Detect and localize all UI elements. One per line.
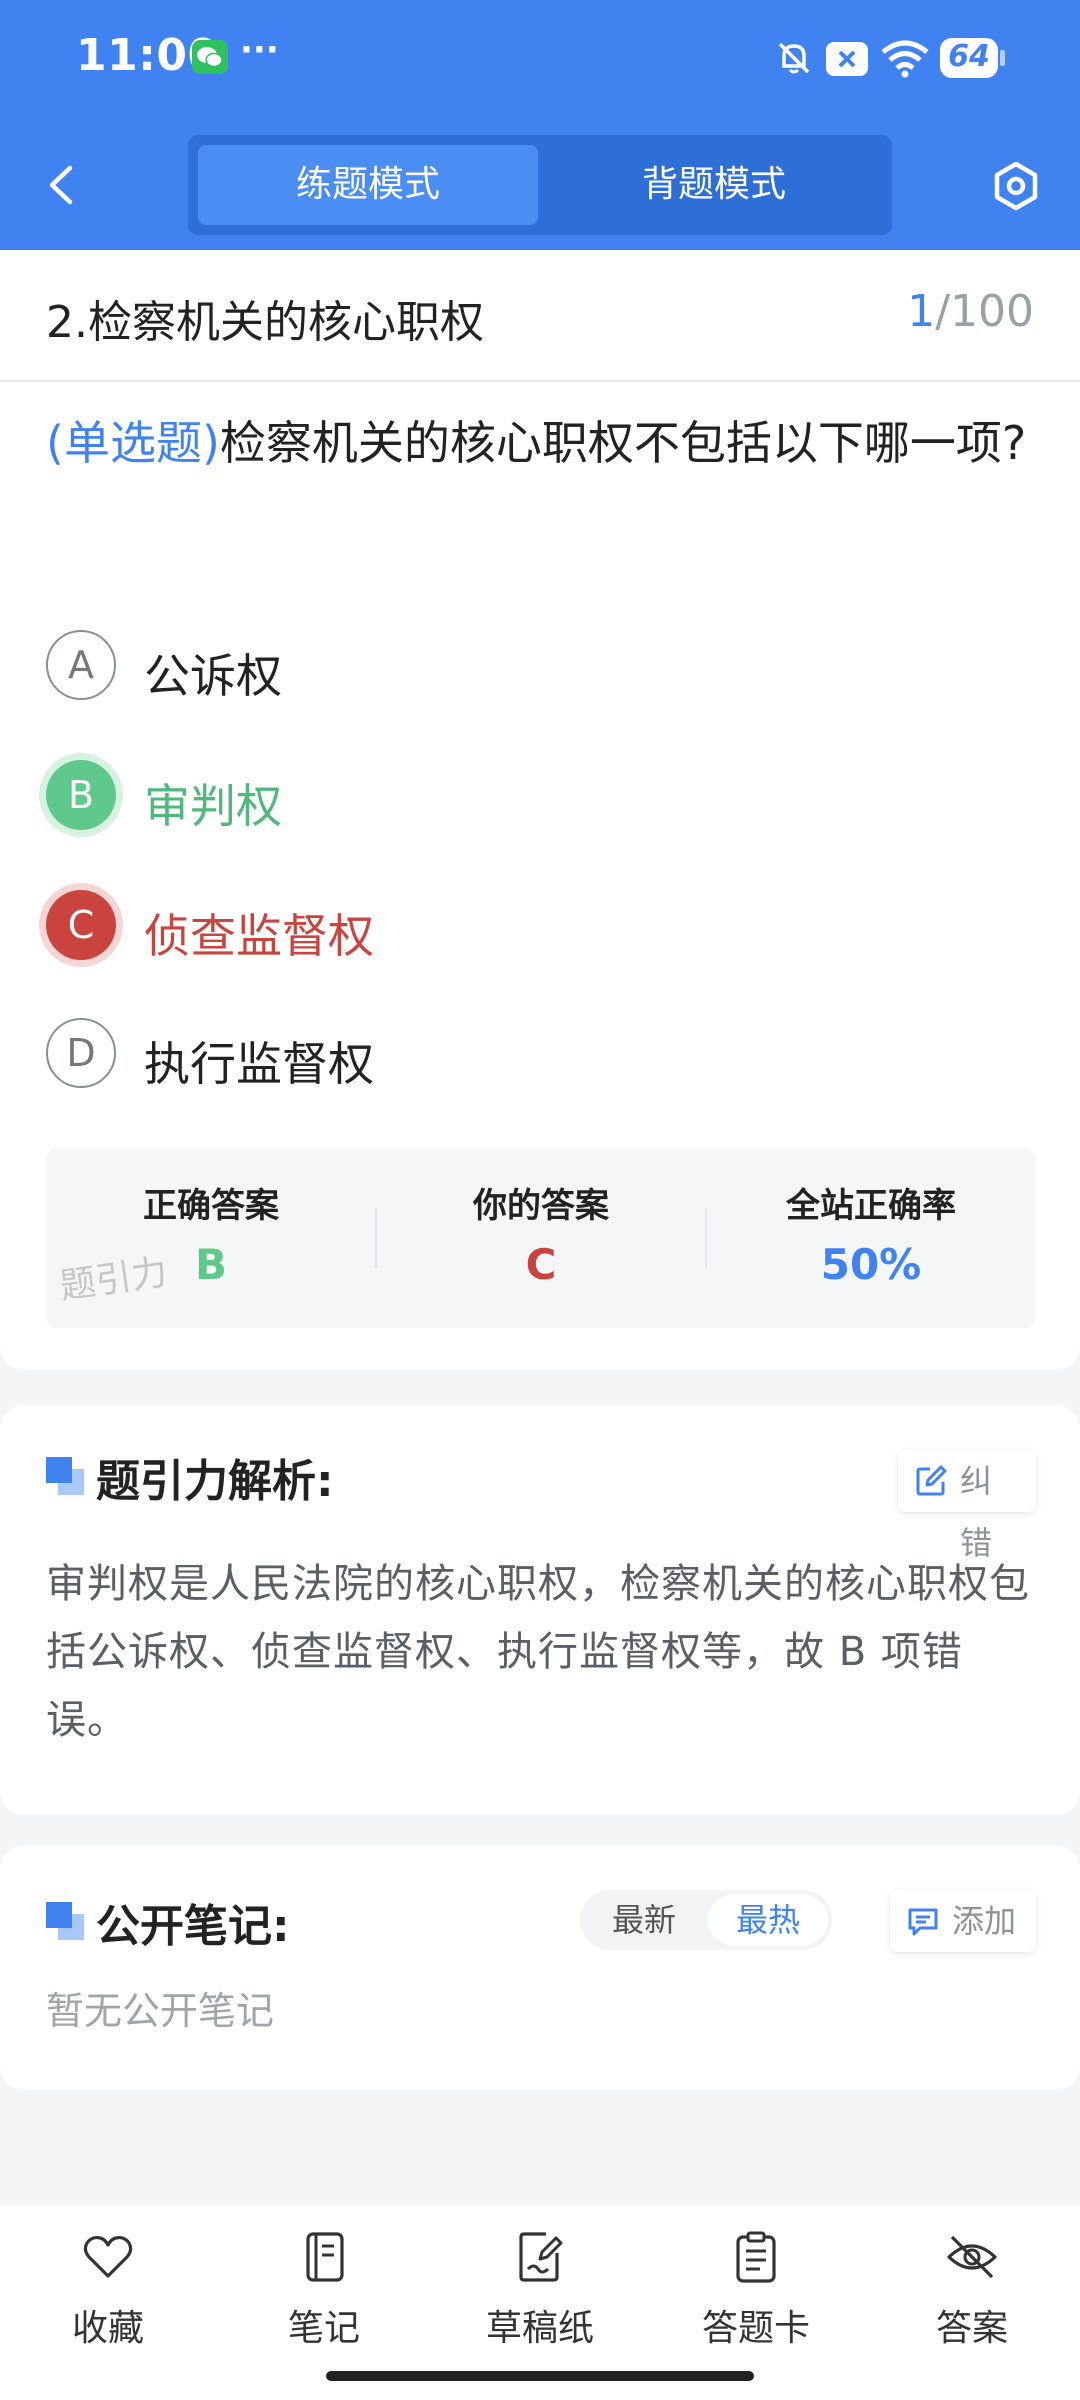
mode-switch: 练题模式 背题模式 [188,135,892,235]
question-type-label: (单选题) [46,416,220,470]
notes-title: 公开笔记: [96,1901,290,1952]
wifi-icon [881,40,929,78]
your-answer-label: 你的答案 [473,1186,609,1226]
settings-hexagon-icon[interactable] [990,160,1042,212]
question-progress: 1/100 [907,286,1034,337]
question-card: 2.检察机关的核心职权 1/100 (单选题)检察机关的核心职权不包括以下哪一项… [0,250,1080,1370]
question-total: /100 [935,286,1034,337]
home-indicator[interactable] [326,2371,754,2381]
tab-draft[interactable]: 草稿纸 [432,2229,648,2369]
option-d[interactable]: D 执行监督权 [46,1018,946,1094]
public-notes-card: 公开笔记: 最新 最热 添加 暂无公开笔记 [0,1845,1080,2090]
option-text: 侦查监督权 [144,909,374,963]
accuracy-block: 全站正确率 50% [706,1148,1036,1328]
option-letter: D [46,1018,116,1088]
tab-recite-mode[interactable]: 背题模式 [544,145,884,225]
tab-label: 草稿纸 [485,2308,594,2349]
analysis-card: 题引力解析: 纠错 审判权是人民法院的核心职权，检察机关的核心职权包括公诉权、侦… [0,1405,1080,1815]
battery-percent: 64 [948,39,990,74]
edit-icon [916,1465,947,1496]
question-title: 2.检察机关的核心职权 [46,297,484,348]
wechat-notification-icon [192,40,228,74]
add-note-button[interactable]: 添加 [890,1890,1036,1952]
notebook-icon [306,2232,344,2282]
x-badge-icon [826,42,868,76]
bell-off-icon [778,42,810,74]
tab-practice-mode[interactable]: 练题模式 [198,145,538,225]
answer-summary-panel: 正确答案 B 你的答案 C 全站正确率 50% 题引力 [46,1148,1036,1328]
nav-bar: 练题模式 背题模式 [0,120,1080,250]
tab-answer-sheet[interactable]: 答题卡 [648,2229,864,2369]
question-header: 2.检察机关的核心职权 1/100 [0,250,1080,382]
option-letter: C [46,890,116,960]
question-stem: 检察机关的核心职权不包括以下哪一项? [219,416,1027,470]
back-arrow-icon[interactable] [38,160,88,210]
your-answer-value: C [525,1240,557,1289]
report-error-label: 纠错 [960,1462,993,1562]
your-answer-block: 你的答案 C [376,1148,706,1328]
draft-icon [519,2232,563,2282]
option-text: 执行监督权 [144,1037,374,1091]
tab-favorite[interactable]: 收藏 [0,2229,216,2369]
battery-indicator: 64 [940,38,1005,78]
tab-notes[interactable]: 笔记 [216,2229,432,2369]
top-header: 11:00 ··· 64 练题模式 背题模式 [0,0,1080,250]
analysis-text: 审判权是人民法院的核心职权，检察机关的核心职权包括公诉权、侦查监督权、执行监督权… [46,1561,1030,1743]
analysis-title: 题引力解析: [96,1456,334,1507]
more-notifications-icon: ··· [240,30,279,70]
tab-label: 收藏 [71,2308,144,2349]
option-text: 公诉权 [144,649,282,703]
bottom-toolbar: 收藏 笔记 草稿纸 答题卡 答案 [0,2205,1080,2400]
accuracy-label: 全站正确率 [786,1186,956,1226]
correct-answer-label: 正确答案 [143,1186,279,1226]
sort-hot[interactable]: 最热 [708,1894,828,1946]
question-text: (单选题)检察机关的核心职权不包括以下哪一项? [46,400,1036,486]
option-a[interactable]: A 公诉权 [46,630,946,706]
section-squares-icon [46,1457,86,1497]
answer-sheet-icon [736,2231,776,2283]
notes-empty-text: 暂无公开笔记 [46,1989,275,2033]
heart-icon [83,2235,133,2278]
comment-icon [908,1908,938,1936]
report-error-button[interactable]: 纠错 [898,1450,1036,1562]
option-letter: B [46,760,116,830]
eye-off-icon [947,2235,997,2279]
option-text: 审判权 [144,779,282,833]
tab-label: 答案 [935,2308,1008,2349]
tab-label: 笔记 [287,2308,360,2349]
status-bar: 11:00 ··· 64 [0,0,1080,120]
option-letter: A [46,630,116,700]
notes-sort-toggle: 最新 最热 [580,1890,832,1950]
tab-label: 答题卡 [701,2308,810,2349]
option-c[interactable]: C 侦查监督权 [46,890,946,966]
option-b[interactable]: B 审判权 [46,760,946,836]
section-squares-icon [46,1902,86,1942]
question-current: 1 [907,286,936,337]
sort-latest[interactable]: 最新 [584,1894,704,1946]
add-note-label: 添加 [952,1902,1017,1940]
accuracy-value: 50% [820,1240,922,1289]
tab-answer[interactable]: 答案 [864,2229,1080,2369]
